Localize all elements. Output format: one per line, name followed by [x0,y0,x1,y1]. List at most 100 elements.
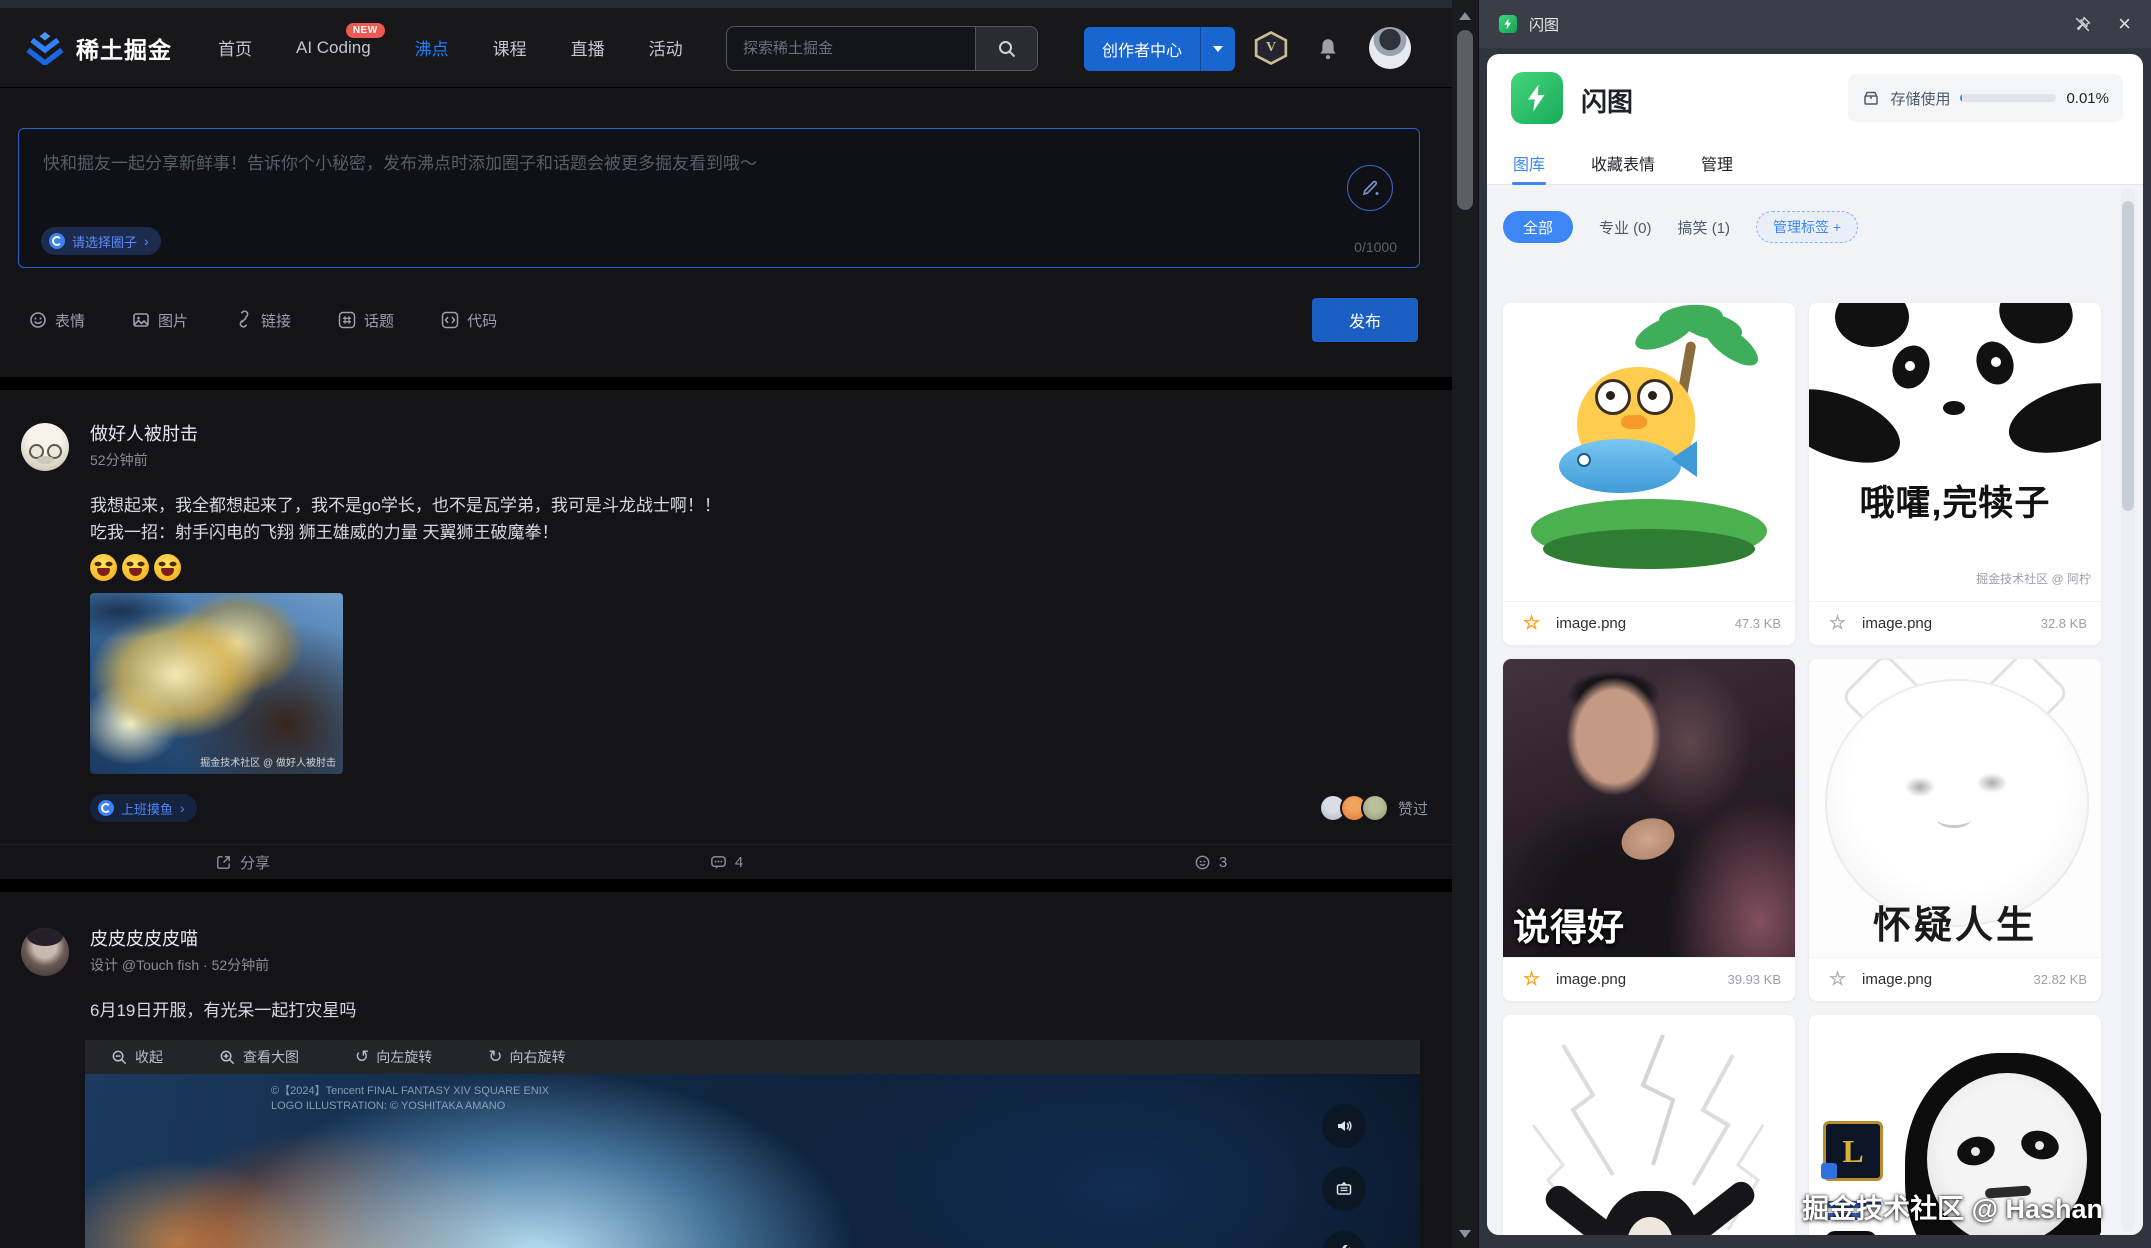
manage-tags-button[interactable]: 管理标签 + [1756,211,1858,243]
copyright-line2: LOGO ILLUSTRATION: © YOSHITAKA AMANO [271,1099,549,1114]
star-icon[interactable] [1517,613,1546,634]
nav-events[interactable]: 活动 [649,35,683,60]
like-button[interactable]: 3 [968,845,1452,879]
lightning-icon [1523,83,1551,113]
publish-button[interactable]: 发布 [1312,298,1418,342]
creator-center-button[interactable]: 创作者中心 [1084,27,1235,71]
nav-live[interactable]: 直播 [571,35,605,60]
filter-all[interactable]: 全部 [1503,211,1573,243]
juejin-logo-icon [26,31,64,65]
gallery-item-3[interactable]: 说得好 image.png 39.93 KB [1503,659,1795,1001]
post2-author[interactable]: 皮皮皮皮皮喵 [90,928,198,950]
vip-badge-icon[interactable]: V [1253,31,1289,65]
file-name: image.png [1556,615,1725,632]
panel-scrollbar-thumb[interactable] [2122,201,2134,511]
tools-button[interactable] [1322,1231,1366,1248]
panel-scrollbar[interactable] [2121,189,2135,1231]
nav-home[interactable]: 首页 [218,35,252,60]
creator-center-label: 创作者中心 [1084,37,1200,61]
tab-manage[interactable]: 管理 [1701,142,1733,184]
code-tool-button[interactable]: 代码 [434,309,503,332]
link-tool-button[interactable]: 链接 [228,309,297,332]
flash-image-panel: 闪图 闪图 存储使用 0.01% 图库 收藏表情 [1478,0,2151,1248]
view-large-image-button[interactable]: 查看大图 [213,1046,305,1068]
lightning-meme-art [1503,1015,1795,1235]
scroll-up-arrow-icon[interactable] [1459,12,1471,20]
creator-center-dropdown[interactable] [1200,27,1235,71]
tab-gallery[interactable]: 图库 [1513,142,1545,184]
comment-button[interactable]: 4 [484,845,968,879]
image-icon [131,310,151,330]
search-icon [997,39,1017,59]
flash-app-icon [1499,15,1517,33]
filter-professional[interactable]: 专业 (0) [1599,217,1652,238]
select-circle-button[interactable]: 请选择圈子 [41,227,161,255]
nav-boiling-point[interactable]: 沸点 [415,35,449,60]
gallery-item-2[interactable]: 哦嚯,完犊子 掘金技术社区 @ 阿柠 image.png 32.8 KB [1809,303,2101,645]
unpin-button[interactable] [2073,15,2092,34]
share-button[interactable]: 分享 [0,845,484,879]
search-button[interactable] [975,27,1037,70]
composer-input[interactable] [19,129,1419,267]
brand-text: 稀土掘金 [76,31,172,65]
notification-bell-icon[interactable] [1316,36,1340,67]
nav-ai-coding[interactable]: AI CodingNEW [296,38,371,58]
feedback-board-button[interactable] [1322,1167,1366,1211]
boiling-post-1: 做好人被肘击 52分钟前 我想起来，我全都想起来了，我不是go学长，也不是瓦学弟… [0,390,1452,879]
share-icon [214,853,233,872]
collapse-image-button[interactable]: 收起 [105,1046,169,1068]
quick-post-button[interactable] [1347,165,1393,211]
user-avatar[interactable] [1369,27,1411,69]
file-size: 32.8 KB [2041,616,2087,631]
post1-avatar[interactable] [21,423,69,471]
circle-icon [98,800,114,816]
juejin-logo[interactable]: 稀土掘金 [26,31,172,65]
rotate-left-icon [355,1047,369,1067]
gallery-item-4[interactable]: 怀疑人生 image.png 32.82 KB [1809,659,2101,1001]
file-name: image.png [1862,615,2031,632]
post2-image[interactable]: ©【2024】Tencent FINAL FANTASY XIV SQUARE … [85,1074,1420,1248]
storage-progress-bar [1960,94,2056,102]
circle-icon [49,233,65,249]
file-name: image.png [1862,971,2023,988]
star-icon[interactable] [1823,613,1852,634]
scroll-down-arrow-icon[interactable] [1459,1230,1471,1238]
topic-tool-button[interactable]: 话题 [331,309,400,332]
gallery-item-1[interactable]: image.png 47.3 KB [1503,303,1795,645]
tab-favorite-emotes[interactable]: 收藏表情 [1591,142,1655,184]
image-tool-button[interactable]: 图片 [125,309,194,332]
post1-author[interactable]: 做好人被肘击 [90,423,198,445]
post1-emoji-row [90,554,1452,581]
section-divider [0,879,1452,892]
gallery-item-5[interactable] [1503,1015,1795,1235]
post1-tag-pill[interactable]: 上班摸鱼 [90,794,197,822]
page-scrollbar[interactable] [1452,0,1478,1248]
nav-courses[interactable]: 课程 [493,35,527,60]
like-count: 3 [1219,854,1227,871]
file-size: 47.3 KB [1735,616,1781,631]
star-icon[interactable] [1823,969,1852,990]
mute-button[interactable] [1322,1104,1366,1148]
clapping-man-art: 说得好 [1503,659,1795,957]
post1-image[interactable]: 掘金技术社区 @ 做好人被肘击 [90,593,343,774]
panel-body: 全部 专业 (0) 搞笑 (1) 管理标签 + [1487,185,2143,1235]
reaction-avatar[interactable] [1361,794,1389,822]
post2-avatar[interactable] [21,928,69,976]
image-grid: image.png 47.3 KB [1503,303,2101,1235]
app-name: 闪图 [1581,82,1633,119]
filter-funny[interactable]: 搞笑 (1) [1678,217,1731,238]
search-box [726,26,1038,71]
main-nav: 首页 AI CodingNEW 沸点 课程 直播 活动 AI刷题 [218,35,777,60]
rotate-right-button[interactable]: 向右旋转 [482,1046,571,1068]
bell-icon [1316,36,1340,62]
post1-tag-row: 上班摸鱼 赞过 [90,794,1428,822]
scrollbar-thumb[interactable] [1457,30,1473,210]
rotate-left-button[interactable]: 向左旋转 [349,1046,438,1068]
post2-meta: 设计 @Touch fish · 52分钟前 [90,957,1452,973]
emoji-tool-button[interactable]: 表情 [22,309,91,332]
close-panel-button[interactable] [2118,15,2131,33]
board-icon [1334,1179,1354,1199]
star-icon[interactable] [1517,969,1546,990]
search-input[interactable] [727,27,975,70]
post1-time: 52分钟前 [90,452,1452,468]
